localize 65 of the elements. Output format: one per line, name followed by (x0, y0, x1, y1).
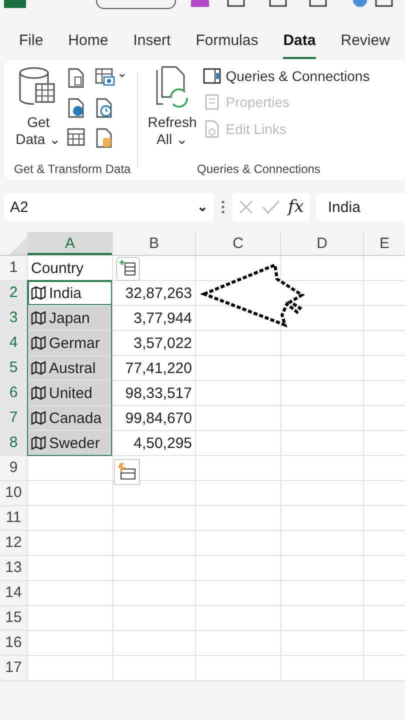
table-cell: Germar (49, 334, 100, 352)
column-header[interactable]: E (363, 232, 405, 255)
refresh-all-button[interactable]: Refresh All ⌄ (148, 66, 197, 162)
column-header[interactable]: B (112, 232, 195, 255)
column-header[interactable]: D (280, 232, 363, 255)
row-header[interactable]: 2 (0, 281, 27, 305)
row-header[interactable]: 3 (0, 306, 27, 330)
more-icon[interactable] (220, 199, 226, 215)
table-cell: 4,50,295 (134, 434, 192, 452)
group-title: Queries & Connections (197, 162, 320, 176)
table-icon[interactable] (67, 128, 86, 146)
insert-function-button[interactable]: fx (288, 197, 304, 217)
table-cell: Austral (49, 360, 96, 376)
clock-file-icon[interactable] (95, 98, 114, 118)
row-header[interactable]: 9 (0, 456, 27, 480)
ribbon-tab[interactable]: File (19, 32, 44, 57)
ribbon-item[interactable]: Queries & Connections (202, 66, 370, 86)
ribbon-tab[interactable]: Insert (133, 32, 171, 57)
panel-icon (202, 68, 221, 84)
formula-field[interactable]: India (316, 193, 405, 221)
name-box[interactable]: A2 ⌄ (4, 193, 214, 221)
table-cell: 32,87,263 (125, 284, 192, 302)
table-cell: United (49, 384, 92, 402)
caret-icon[interactable]: ⌄ (117, 68, 128, 78)
get-data-button[interactable]: Get Data ⌄ (16, 66, 62, 162)
web-file-icon[interactable] (67, 98, 86, 118)
table-camera-icon[interactable] (95, 68, 116, 86)
row-header[interactable]: 5 (0, 356, 27, 380)
row-header[interactable]: 14 (0, 581, 27, 605)
table-cell: Country (31, 260, 84, 276)
table-cell: Sweder (49, 434, 100, 452)
row-header[interactable]: 6 (0, 381, 27, 405)
quick-analysis-icon[interactable] (114, 459, 140, 485)
table-cell: 3,57,022 (134, 334, 192, 352)
row-header[interactable]: 10 (0, 481, 27, 505)
row-header[interactable]: 8 (0, 431, 27, 455)
add-column-icon[interactable] (116, 257, 140, 281)
ribbon-tab[interactable]: Home (68, 32, 108, 57)
ribbon-tab[interactable]: Review (340, 32, 390, 57)
row-header[interactable]: 16 (0, 631, 27, 655)
column-header[interactable]: C (195, 232, 280, 255)
table-cell: India (49, 284, 82, 302)
table-cell: 99,84,670 (125, 410, 192, 426)
properties-icon (202, 94, 221, 110)
group-title: Get & Transform Data (14, 162, 131, 176)
row-header[interactable]: 4 (0, 331, 27, 355)
row-header[interactable]: 1 (0, 256, 27, 280)
row-header[interactable]: 15 (0, 606, 27, 630)
table-cell: Canada (49, 410, 102, 426)
column-header[interactable]: A (27, 232, 112, 255)
table-cell: 77,41,220 (125, 360, 192, 376)
table-cell: Japan (49, 310, 90, 326)
autosave-toggle[interactable] (96, 0, 176, 9)
ribbon-tab[interactable]: Formulas (196, 32, 258, 57)
text-file-icon[interactable] (67, 68, 86, 88)
row-header[interactable]: 17 (0, 656, 27, 680)
row-header[interactable]: 7 (0, 406, 27, 430)
table-cell: 98,33,517 (125, 384, 192, 402)
link-file-icon (202, 120, 221, 138)
database-file-icon[interactable] (95, 128, 114, 148)
row-header[interactable]: 12 (0, 531, 27, 555)
table-cell: 3,77,944 (134, 310, 192, 326)
check-icon[interactable] (262, 199, 280, 215)
row-header[interactable]: 13 (0, 556, 27, 580)
row-header[interactable]: 11 (0, 506, 27, 530)
